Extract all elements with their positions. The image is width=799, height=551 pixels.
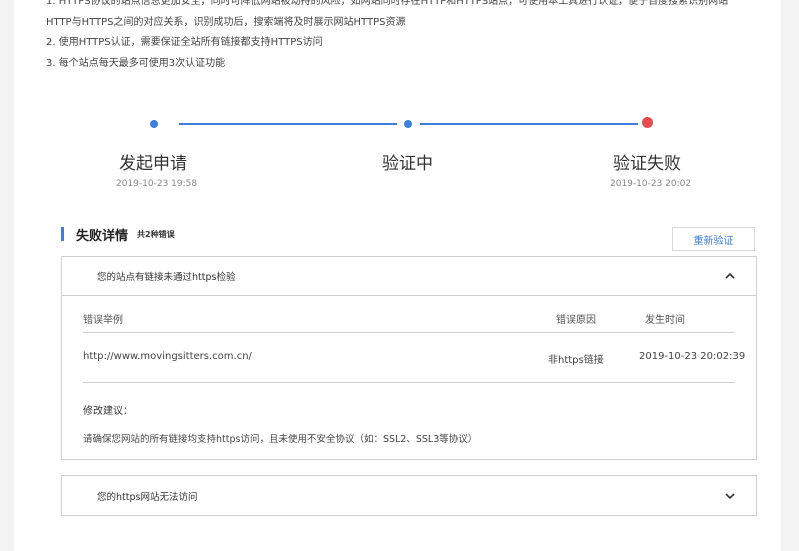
error-example-url: http://www.movingsitters.com.cn/ [83,351,252,362]
fix-suggestion-title: 修改建议： [83,406,133,417]
error-title: 您的https网站无法访问 [97,491,198,503]
step-label-apply: 发起申请 [119,154,187,174]
failure-section-header: 失败详情 共2种错误 [61,226,175,244]
chevron-up-icon[interactable] [724,270,736,282]
error-card-header[interactable]: 您的站点有链接未通过https检验 [62,257,756,295]
error-time: 2019-10-23 20:02:39 [639,351,746,362]
error-card: 您的https网站无法访问 [61,475,757,516]
error-count: 共2种错误 [137,229,175,239]
step-time-apply: 2019-10-23 19:58 [116,179,198,189]
step-line [420,123,638,125]
table-divider [83,332,735,333]
fix-suggestion-text: 请确保您网站的所有链接均支持https访问，且未使用不安全协议（如：SSL2、S… [83,434,478,445]
step-label-verifying: 验证中 [382,154,433,174]
chevron-down-icon[interactable] [724,490,736,502]
step-label-failed: 验证失败 [613,154,681,174]
error-card-header[interactable]: 您的https网站无法访问 [62,476,756,515]
step-dot-verifying [404,120,412,128]
error-title: 您的站点有链接未通过https检验 [97,272,236,283]
column-header-example: 错误举例 [83,315,123,326]
error-card: 您的站点有链接未通过https检验 错误举例 错误原因 发生时间 http://… [61,256,757,460]
progress-timeline: 发起申请 2019-10-23 19:58 验证中 验证失败 2019-10-2… [0,0,799,200]
retry-verify-button[interactable]: 重新验证 [672,227,755,251]
step-dot-failed [642,117,653,128]
error-card-body: 错误举例 错误原因 发生时间 http://www.movingsitters.… [62,295,756,460]
step-line [179,123,397,125]
table-divider [83,382,735,383]
section-title: 失败详情 [76,228,129,244]
column-header-time: 发生时间 [645,315,685,326]
step-time-failed: 2019-10-23 20:02 [610,179,692,189]
error-reason: 非https链接 [548,355,604,366]
step-dot-apply [150,120,158,128]
section-accent-bar [61,227,64,241]
column-header-reason: 错误原因 [556,315,596,326]
